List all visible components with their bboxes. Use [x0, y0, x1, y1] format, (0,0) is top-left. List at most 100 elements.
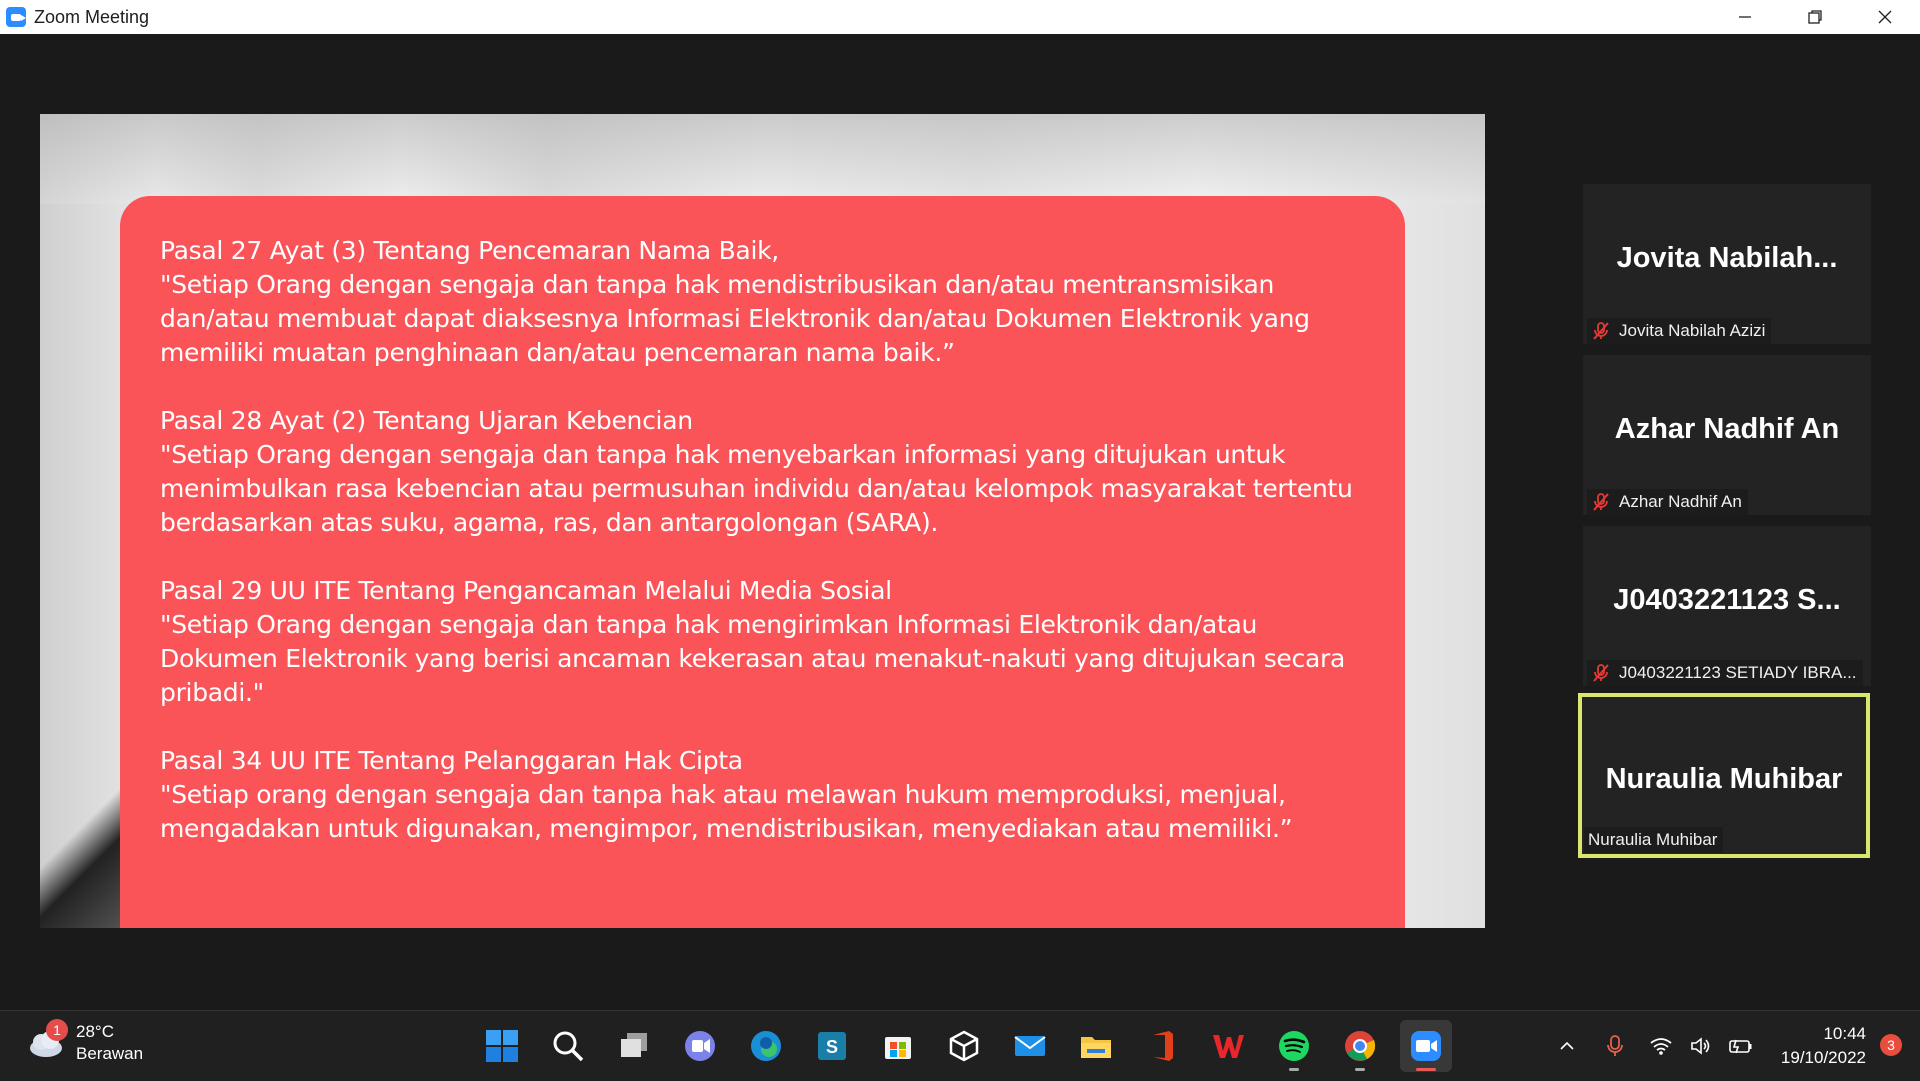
folder-icon	[1081, 1037, 1111, 1058]
paragraph-heading: Pasal 29 UU ITE Tentang Pengancaman Mela…	[160, 576, 892, 605]
office-button[interactable]	[1136, 1020, 1188, 1072]
window-controls	[1710, 0, 1920, 34]
microphone-icon	[1607, 1035, 1623, 1056]
windows-logo-icon	[486, 1030, 518, 1062]
slide-paragraph: Pasal 28 Ayat (2) Tentang Ujaran Kebenci…	[160, 404, 1375, 540]
task-view-icon	[621, 1033, 647, 1057]
taskbar: 1 28°C Berawan S 10:44 19/10/2022 3	[0, 1010, 1920, 1081]
muted-mic-icon	[1591, 492, 1611, 512]
battery-charging-icon	[1729, 1039, 1752, 1054]
clock-date: 19/10/2022	[1780, 1048, 1866, 1067]
paragraph-heading: Pasal 34 UU ITE Tentang Pelanggaran Hak …	[160, 746, 743, 775]
slide-paragraph: Pasal 29 UU ITE Tentang Pengancaman Mela…	[160, 574, 1375, 710]
chrome-icon	[1345, 1031, 1376, 1061]
participant-label-text: J0403221123 SETIADY IBRA...	[1619, 663, 1857, 682]
participant-name-label: Azhar Nadhif An	[1587, 489, 1748, 515]
clock-time: 10:44	[1823, 1024, 1866, 1043]
sway-button[interactable]: S	[806, 1020, 858, 1072]
spotify-icon	[1279, 1031, 1309, 1061]
notification-center-button[interactable]: 3	[1880, 1034, 1904, 1058]
store-icon	[885, 1037, 911, 1059]
weather-temp: 28°C	[76, 1022, 114, 1041]
battery-button[interactable]	[1721, 1026, 1761, 1066]
participant-display-name: Jovita Nabilah...	[1616, 242, 1838, 274]
mail-icon	[1014, 1036, 1046, 1056]
zoom-app-icon	[6, 7, 26, 27]
wps-icon	[1213, 1035, 1244, 1058]
participant-tile[interactable]: J0403221123 S... J0403221123 SETIADY IBR…	[1583, 526, 1871, 686]
shared-screen: Pasal 27 Ayat (3) Tentang Pencemaran Nam…	[40, 114, 1485, 928]
participant-name-label: J0403221123 SETIADY IBRA...	[1587, 660, 1863, 686]
task-view-button[interactable]	[608, 1020, 660, 1072]
participant-tile-active-speaker[interactable]: Nuraulia Muhibar Nuraulia Muhibar	[1578, 693, 1870, 858]
participant-display-name: Azhar Nadhif An	[1614, 413, 1840, 445]
background-photo	[40, 114, 1485, 204]
slide-text: Pasal 27 Ayat (3) Tentang Pencemaran Nam…	[160, 234, 1375, 880]
edge-button[interactable]	[740, 1020, 792, 1072]
window-title: Zoom Meeting	[34, 6, 150, 27]
slide-content-card: Pasal 27 Ayat (3) Tentang Pencemaran Nam…	[120, 196, 1405, 928]
restore-icon	[1808, 10, 1822, 24]
clock[interactable]: 10:44 19/10/2022	[1781, 1022, 1866, 1070]
microphone-button[interactable]	[1595, 1026, 1635, 1066]
paragraph-heading: Pasal 28 Ayat (2) Tentang Ujaran Kebenci…	[160, 406, 693, 435]
close-icon	[1878, 10, 1892, 24]
sway-icon: S	[818, 1032, 846, 1060]
participant-tile[interactable]: Azhar Nadhif An Azhar Nadhif An	[1583, 355, 1871, 515]
muted-mic-icon	[1591, 663, 1611, 683]
weather-widget[interactable]: 1 28°C Berawan	[26, 1019, 143, 1065]
paragraph-body: "Setiap orang dengan sengaja dan tanpa h…	[160, 780, 1293, 843]
participant-display-name: Nuraulia Muhibar	[1605, 763, 1843, 795]
microsoft-store-button[interactable]	[872, 1020, 924, 1072]
participant-tile[interactable]: Jovita Nabilah... Jovita Nabilah Azizi	[1583, 184, 1871, 344]
paragraph-body: "Setiap Orang dengan sengaja dan tanpa h…	[160, 610, 1345, 707]
wps-office-button[interactable]	[1202, 1020, 1254, 1072]
search-button[interactable]	[542, 1020, 594, 1072]
wifi-button[interactable]	[1641, 1026, 1681, 1066]
teams-chat-button[interactable]	[674, 1020, 726, 1072]
weather-condition: Berawan	[76, 1044, 144, 1063]
participant-label-text: Jovita Nabilah Azizi	[1619, 321, 1766, 340]
participant-name-label: Nuraulia Muhibar	[1584, 827, 1724, 853]
restore-button[interactable]	[1780, 0, 1850, 34]
close-button[interactable]	[1850, 0, 1920, 34]
system-tray: 10:44 19/10/2022 3	[1547, 1011, 1920, 1081]
minimize-icon	[1739, 16, 1751, 18]
chevron-up-icon	[1560, 1041, 1574, 1050]
weather-text: 28°C Berawan	[76, 1021, 143, 1065]
volume-button[interactable]	[1681, 1026, 1721, 1066]
cube-app-button[interactable]	[938, 1020, 990, 1072]
participant-name-label: Jovita Nabilah Azizi	[1587, 318, 1772, 344]
edge-icon	[751, 1031, 781, 1061]
zoom-button[interactable]	[1400, 1020, 1452, 1072]
wifi-icon	[1650, 1038, 1672, 1055]
search-icon	[553, 1031, 584, 1062]
teams-chat-icon	[685, 1031, 715, 1061]
title-bar: Zoom Meeting	[0, 0, 1920, 34]
office-icon	[1153, 1031, 1173, 1061]
meeting-area: Pasal 27 Ayat (3) Tentang Pencemaran Nam…	[0, 34, 1920, 1010]
zoom-icon	[1411, 1031, 1441, 1061]
mail-button[interactable]	[1004, 1020, 1056, 1072]
chrome-button[interactable]	[1334, 1020, 1386, 1072]
minimize-button[interactable]	[1710, 0, 1780, 34]
participant-label-text: Nuraulia Muhibar	[1588, 830, 1718, 849]
muted-mic-icon	[1591, 321, 1611, 341]
slide-paragraph: Pasal 27 Ayat (3) Tentang Pencemaran Nam…	[160, 234, 1375, 370]
paragraph-body: "Setiap Orang dengan sengaja dan tanpa h…	[160, 440, 1353, 537]
notification-count-badge: 3	[1880, 1034, 1902, 1056]
show-hidden-icons-button[interactable]	[1547, 1026, 1587, 1066]
paragraph-heading: Pasal 27 Ayat (3) Tentang Pencemaran Nam…	[160, 236, 779, 265]
speaker-icon	[1691, 1037, 1710, 1055]
weather-badge: 1	[46, 1019, 68, 1041]
paragraph-body: "Setiap Orang dengan sengaja dan tanpa h…	[160, 270, 1310, 367]
background-shadow	[40, 768, 130, 928]
file-explorer-button[interactable]	[1070, 1020, 1122, 1072]
windows-start-button[interactable]	[476, 1020, 528, 1072]
taskbar-apps: S	[476, 1020, 1452, 1072]
spotify-button[interactable]	[1268, 1020, 1320, 1072]
cube-icon	[949, 1030, 979, 1062]
svg-text:S: S	[826, 1037, 838, 1057]
participant-label-text: Azhar Nadhif An	[1619, 492, 1742, 511]
participant-display-name: J0403221123 S...	[1613, 584, 1841, 616]
